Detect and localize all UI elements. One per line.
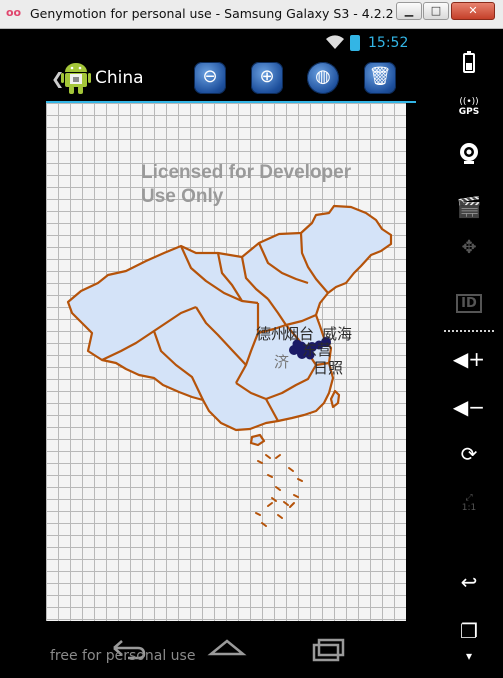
device-id-widget: ID — [450, 288, 488, 316]
recent-apps-icon[interactable] — [310, 636, 350, 662]
globe-icon: ◍ — [315, 66, 331, 87]
personal-use-watermark: free for personal use — [50, 648, 196, 664]
minimize-icon: ▁ — [404, 4, 414, 17]
rail-back-button[interactable]: ↩ — [450, 570, 488, 598]
rail-menu-button[interactable]: ▾ — [450, 649, 488, 677]
hainan-island — [249, 433, 266, 447]
device-screen: 15:52 ❮ China ⊖ ⊕ ◍ 🗑 Licensed for Devel… — [8, 29, 438, 672]
rotate-icon: ⟳ — [460, 442, 478, 466]
volume-down-icon: ◀− — [452, 395, 486, 419]
back-icon: ↩ — [460, 570, 478, 594]
status-time: 15:52 — [368, 35, 409, 51]
clapper-icon: 🎬 — [456, 195, 482, 219]
city-label-ji: 济 — [274, 353, 290, 371]
volume-up-icon: ◀+ — [452, 347, 486, 371]
china-map[interactable] — [46, 103, 406, 621]
pixel-perfect-icon: ⤢ — [465, 493, 473, 503]
map-view[interactable]: Licensed for Developer Use Only 德州 烟台 威海… — [46, 103, 406, 621]
zoom-in-icon: ⊕ — [259, 66, 275, 87]
android-app-icon[interactable] — [61, 61, 91, 95]
pixel-perfect-label: 1:1 — [461, 503, 477, 513]
delete-button[interactable]: 🗑 — [364, 62, 396, 94]
battery-icon — [350, 35, 360, 51]
status-bar: 15:52 — [46, 29, 416, 57]
gps-widget[interactable]: ((•)) GPS — [450, 97, 488, 125]
maximize-button[interactable]: □ — [423, 2, 449, 20]
taiwan-island — [329, 389, 341, 409]
rail-separator — [444, 330, 494, 332]
genymotion-toolbar: ((•)) GPS 🎬 ✥ ID ◀+ ◀− ⟳ ⤢ 1:1 ↩ ❐ ▾ — [438, 29, 500, 672]
trash-icon: 🗑 — [368, 66, 392, 87]
dpad-icon: ✥ — [461, 237, 477, 258]
battery-icon — [463, 51, 475, 73]
china-outline — [66, 204, 393, 432]
id-icon: ID — [456, 294, 482, 313]
gps-label: GPS — [458, 107, 480, 117]
recent-apps-icon: ❐ — [460, 619, 478, 643]
rotate-button[interactable]: ⟳ — [450, 442, 488, 470]
city-label-dezhou: 德州 — [256, 325, 287, 343]
camera-icon — [460, 143, 478, 164]
minimize-button[interactable]: ▁ — [396, 2, 422, 20]
volume-up-button[interactable]: ◀+ — [450, 347, 488, 375]
capture-widget: 🎬 — [450, 195, 488, 223]
app-title: China — [95, 68, 144, 88]
globe-button[interactable]: ◍ — [307, 62, 339, 94]
menu-icon: ▾ — [465, 649, 473, 663]
close-icon: ✕ — [468, 4, 478, 17]
action-bar: ❮ China ⊖ ⊕ ◍ 🗑 — [46, 57, 416, 103]
dpad-widget: ✥ — [450, 237, 488, 265]
south-sea-islands — [255, 454, 303, 527]
window-title: Genymotion for personal use - Samsung Ga… — [30, 6, 427, 21]
zoom-out-button[interactable]: ⊖ — [194, 62, 226, 94]
maximize-icon: □ — [430, 4, 442, 17]
wifi-icon — [326, 35, 344, 49]
window-titlebar: oo Genymotion for personal use - Samsung… — [0, 0, 503, 29]
genymotion-logo-icon: oo — [6, 6, 22, 19]
volume-down-button[interactable]: ◀− — [450, 395, 488, 423]
gps-icon: ((•)) — [459, 97, 479, 107]
zoom-in-button[interactable]: ⊕ — [251, 62, 283, 94]
rail-recent-button[interactable]: ❐ — [450, 619, 488, 647]
pixel-perfect-widget: ⤢ 1:1 — [450, 493, 488, 521]
city-label-rizhao: 日照 — [313, 359, 344, 377]
home-icon[interactable] — [207, 636, 247, 662]
battery-widget[interactable] — [450, 51, 488, 79]
zoom-out-icon: ⊖ — [202, 66, 218, 87]
camera-widget[interactable] — [450, 142, 488, 170]
close-button[interactable]: ✕ — [451, 2, 495, 20]
